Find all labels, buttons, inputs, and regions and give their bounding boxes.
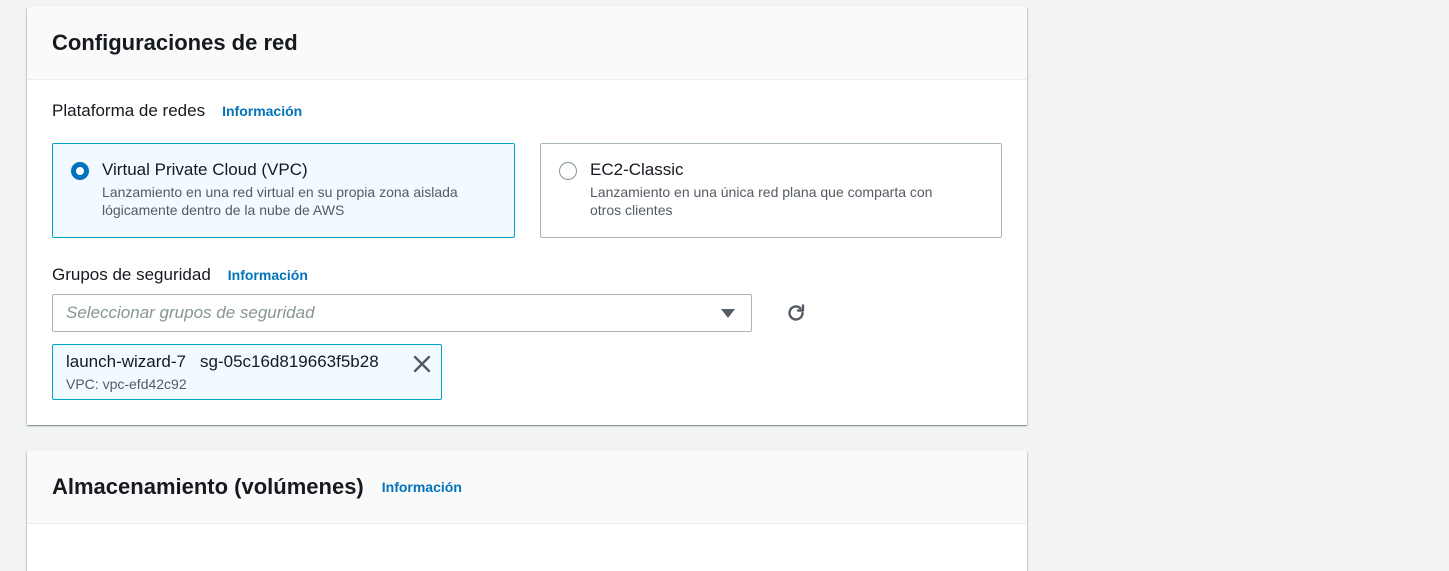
platform-option-ec2-classic-desc-line1: Lanzamiento en una única red plana que c…	[590, 184, 933, 200]
network-settings-header: Configuraciones de red	[27, 7, 1027, 80]
platform-option-vpc-desc-line1: Lanzamiento en una red virtual en su pro…	[102, 184, 458, 200]
caret-down-icon	[721, 309, 735, 318]
storage-panel: Almacenamiento (volúmenes) Información	[27, 451, 1027, 571]
storage-info-link[interactable]: Información	[382, 479, 462, 495]
security-groups-placeholder: Seleccionar grupos de seguridad	[66, 303, 315, 322]
network-platform-info-link[interactable]: Información	[222, 103, 302, 119]
network-settings-panel: Configuraciones de red Plataforma de red…	[27, 7, 1027, 425]
network-platform-label-row: Plataforma de redes Información	[52, 101, 302, 121]
security-groups-label: Grupos de seguridad	[52, 265, 211, 284]
security-groups-select[interactable]: Seleccionar grupos de seguridad	[52, 294, 752, 332]
platform-option-ec2-classic-description: Lanzamiento en una única red plana que c…	[590, 183, 983, 219]
radio-vpc[interactable]	[71, 162, 89, 180]
platform-option-vpc-description: Lanzamiento en una red virtual en su pro…	[102, 183, 496, 219]
radio-ec2-classic[interactable]	[559, 162, 577, 180]
refresh-icon	[788, 304, 805, 321]
security-groups-info-link[interactable]: Información	[228, 267, 308, 283]
platform-option-vpc[interactable]: Virtual Private Cloud (VPC) Lanzamiento …	[52, 143, 515, 238]
platform-option-vpc-title: Virtual Private Cloud (VPC)	[102, 160, 308, 179]
platform-option-ec2-classic-desc-line2: otros clientes	[590, 202, 673, 218]
refresh-security-groups-button[interactable]	[782, 299, 810, 327]
security-group-id: sg-05c16d819663f5b28	[200, 352, 379, 371]
close-icon	[413, 355, 431, 373]
security-groups-label-row: Grupos de seguridad Información	[52, 265, 308, 285]
platform-option-ec2-classic-title: EC2-Classic	[590, 160, 684, 179]
network-settings-title: Configuraciones de red	[52, 30, 298, 55]
security-group-vpc: VPC: vpc-efd42c92	[66, 376, 187, 392]
network-platform-label: Plataforma de redes	[52, 101, 206, 120]
platform-option-vpc-desc-line2: lógicamente dentro de la nube de AWS	[102, 202, 345, 218]
storage-title: Almacenamiento (volúmenes)	[52, 474, 364, 499]
storage-header: Almacenamiento (volúmenes) Información	[27, 451, 1027, 524]
security-group-token-main: launch-wizard-7 sg-05c16d819663f5b28	[66, 351, 428, 373]
remove-security-group-button[interactable]	[411, 353, 433, 375]
platform-option-ec2-classic[interactable]: EC2-Classic Lanzamiento en una única red…	[540, 143, 1002, 238]
security-group-token: launch-wizard-7 sg-05c16d819663f5b28 VPC:…	[52, 344, 442, 400]
security-group-name: launch-wizard-7	[66, 352, 186, 371]
